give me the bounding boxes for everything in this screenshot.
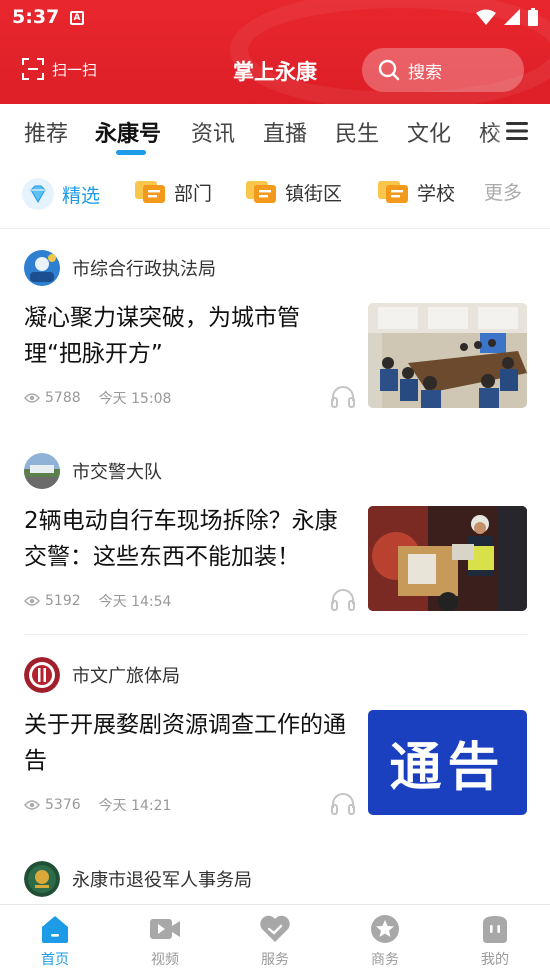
article-card[interactable]: 市文广旅体局 关于开展婺剧资源调查工作的通告 5376 今天 14:21 通告 [0, 657, 550, 842]
article-source: 市综合行政执法局 [24, 250, 216, 286]
app-title: 掌上永康 [233, 60, 317, 84]
subtab-departments[interactable]: 部门 [134, 178, 212, 206]
view-count: 5376 [24, 797, 81, 813]
scan-icon [22, 58, 44, 80]
tab-yongkang-hao[interactable]: 永康号 [95, 116, 161, 148]
view-count: 5192 [24, 593, 81, 609]
subtab-schools-label: 学校 [417, 182, 456, 205]
avatar [24, 250, 60, 286]
header-row: 扫一扫 掌上永康 搜索 [0, 44, 550, 96]
battery-icon [528, 8, 538, 26]
subtab-towns[interactable]: 镇街区 [245, 178, 342, 206]
top-header: 5:37 A 扫一扫 掌上永康 搜索 [0, 0, 550, 104]
sub-category-bar: 精选 部门 镇街区 学校 更多 [0, 168, 550, 220]
tab-culture[interactable]: 文化 [407, 116, 451, 148]
subtab-departments-label: 部门 [174, 182, 213, 205]
article-title[interactable]: 凝心聚力谋突破，为城市管理“把脉开方” [24, 300, 354, 372]
scan-button[interactable]: 扫一扫 [22, 58, 97, 80]
nav-service-label: 服务 [261, 952, 289, 968]
avatar [24, 861, 60, 897]
nav-home[interactable]: 首页 [0, 913, 110, 969]
tab-recommend[interactable]: 推荐 [24, 116, 68, 148]
nav-business-label: 商务 [371, 952, 399, 968]
article-title[interactable]: 关于开展婺剧资源调查工作的通告 [24, 707, 354, 779]
active-tab-indicator [116, 150, 146, 155]
nav-video-label: 视频 [151, 952, 179, 968]
profile-icon [483, 916, 507, 943]
channel-tabs: 推荐 永康号 资讯 直播 民生 文化 校 [0, 104, 550, 160]
search-icon [378, 59, 400, 81]
article-card[interactable]: 永康市退役军人事务局 [0, 861, 550, 901]
article-card[interactable]: 市综合行政执法局 凝心聚力谋突破，为城市管理“把脉开方” 5788 今天 15:… [0, 250, 550, 435]
article-source: 市文广旅体局 [24, 657, 180, 693]
wifi-icon [476, 9, 496, 25]
search-button[interactable]: 搜索 [362, 48, 524, 92]
subtab-featured-label: 精选 [62, 184, 101, 207]
status-bar: 5:37 A [0, 0, 550, 36]
article-meta: 5192 今天 14:54 [24, 591, 171, 611]
notice-thumbnail-text: 通告 [389, 738, 506, 798]
subtab-more[interactable]: 更多 [484, 178, 522, 205]
article-thumbnail[interactable] [368, 303, 527, 408]
subtab-featured[interactable]: 精选 [22, 178, 100, 210]
nav-me-label: 我的 [481, 952, 509, 968]
article-thumbnail[interactable] [368, 506, 527, 611]
menu-icon[interactable] [506, 122, 528, 140]
search-label: 搜索 [408, 62, 442, 83]
source-name: 市文广旅体局 [72, 666, 180, 687]
source-name: 市交警大队 [72, 462, 162, 483]
tab-live[interactable]: 直播 [263, 116, 307, 148]
view-count-value: 5376 [45, 797, 81, 813]
subtab-schools[interactable]: 学校 [377, 178, 455, 206]
article-title[interactable]: 2辆电动自行车现场拆除？永康交警：这些东西不能加装！ [24, 503, 354, 575]
publish-time: 今天 14:21 [98, 798, 172, 814]
tab-news[interactable]: 资讯 [191, 116, 235, 148]
eye-icon [24, 393, 40, 403]
publish-time: 今天 14:54 [98, 594, 172, 610]
article-divider [24, 634, 527, 635]
notification-icon: A [70, 11, 84, 25]
nav-video[interactable]: 视频 [110, 913, 220, 969]
nav-business[interactable]: 商务 [330, 913, 440, 969]
article-source: 市交警大队 [24, 453, 162, 489]
publish-time: 今天 15:08 [98, 391, 172, 407]
headphones-icon[interactable] [330, 587, 356, 611]
star-badge-icon [371, 915, 399, 943]
tab-livelihood[interactable]: 民生 [335, 116, 379, 148]
source-name: 永康市退役军人事务局 [72, 870, 252, 891]
system-icons [476, 8, 538, 26]
home-icon [42, 916, 68, 943]
nav-me[interactable]: 我的 [440, 913, 550, 969]
avatar [24, 453, 60, 489]
source-name: 市综合行政执法局 [72, 259, 216, 280]
article-source: 永康市退役军人事务局 [24, 861, 252, 897]
avatar [24, 657, 60, 693]
view-count-value: 5192 [45, 593, 81, 609]
article-meta: 5376 今天 14:21 [24, 795, 171, 815]
heart-icon [260, 915, 290, 942]
status-time: 5:37 [12, 6, 60, 28]
nav-home-label: 首页 [41, 952, 69, 968]
headphones-icon[interactable] [330, 384, 356, 408]
chat-badge-icon [135, 181, 165, 203]
nav-service[interactable]: 服务 [220, 913, 330, 969]
eye-icon [24, 596, 40, 606]
headphones-icon[interactable] [330, 791, 356, 815]
section-separator [0, 228, 550, 229]
signal-icon [504, 9, 520, 25]
subtab-more-label: 更多 [484, 182, 523, 204]
scan-label: 扫一扫 [52, 60, 98, 79]
article-meta: 5788 今天 15:08 [24, 388, 171, 408]
video-icon [150, 919, 180, 939]
view-count-value: 5788 [45, 390, 81, 406]
article-card[interactable]: 市交警大队 2辆电动自行车现场拆除？永康交警：这些东西不能加装！ 5192 今天… [0, 453, 550, 638]
subtab-towns-label: 镇街区 [285, 182, 343, 205]
chat-badge-icon [246, 181, 276, 203]
bottom-navigation: 首页 视频 服务 商务 我的 [0, 904, 550, 979]
eye-icon [24, 800, 40, 810]
view-count: 5788 [24, 390, 81, 406]
article-thumbnail[interactable]: 通告 [368, 710, 527, 815]
chat-badge-icon [378, 181, 408, 203]
diamond-icon [22, 178, 54, 210]
